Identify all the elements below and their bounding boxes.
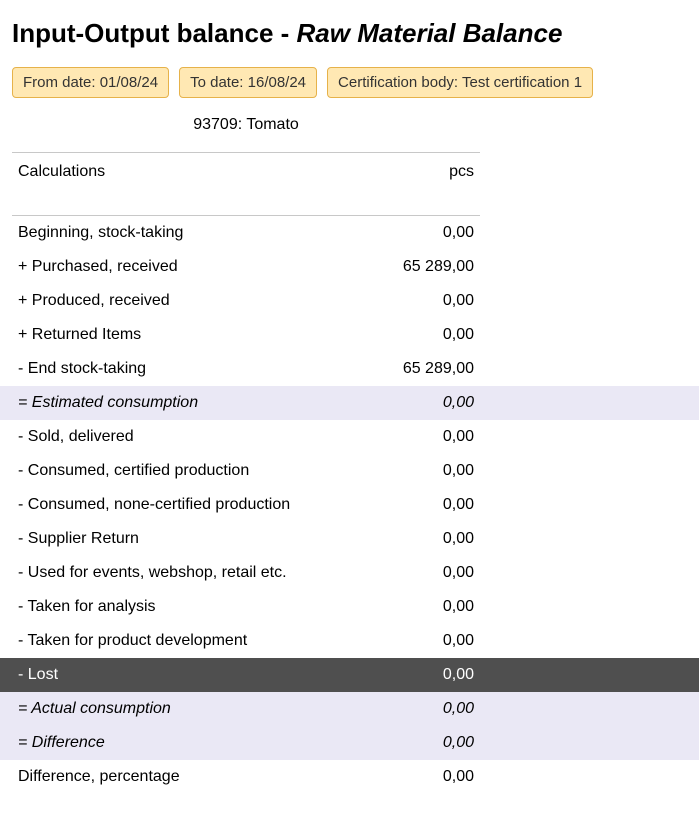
row-label: + Produced, received	[12, 284, 374, 318]
row-label: - Consumed, none-certified production	[12, 488, 374, 522]
table-row: = Actual consumption0,00	[12, 692, 480, 726]
filter-chips: From date: 01/08/24 To date: 16/08/24 Ce…	[12, 67, 687, 98]
row-value: 0,00	[374, 386, 480, 420]
row-value: 65 289,00	[374, 352, 480, 386]
row-value: 0,00	[374, 624, 480, 658]
table-row: - Sold, delivered0,00	[12, 420, 480, 454]
row-value: 0,00	[374, 454, 480, 488]
row-value: 0,00	[374, 692, 480, 726]
row-label: - Consumed, certified production	[12, 454, 374, 488]
table-row: - Lost0,00	[12, 658, 480, 692]
row-value: 0,00	[374, 522, 480, 556]
row-label: = Difference	[12, 726, 374, 760]
page-title: Input-Output balance - Raw Material Bala…	[12, 18, 687, 49]
row-label: - Lost	[12, 658, 374, 692]
table-row: - End stock-taking65 289,00	[12, 352, 480, 386]
title-main: Input-Output balance -	[12, 18, 297, 48]
product-label: 93709: Tomato	[12, 116, 480, 134]
col-unit: pcs	[374, 153, 480, 216]
chip-to-date: To date: 16/08/24	[179, 67, 317, 98]
table-row: - Taken for analysis0,00	[12, 590, 480, 624]
row-value: 0,00	[374, 420, 480, 454]
row-label: - Taken for product development	[12, 624, 374, 658]
row-label: - Used for events, webshop, retail etc.	[12, 556, 374, 590]
row-label: - Sold, delivered	[12, 420, 374, 454]
row-value: 0,00	[374, 556, 480, 590]
row-label: - End stock-taking	[12, 352, 374, 386]
row-value: 65 289,00	[374, 250, 480, 284]
row-value: 0,00	[374, 658, 480, 692]
table-row: = Difference0,00	[12, 726, 480, 760]
row-label: Beginning, stock-taking	[12, 216, 374, 251]
row-label: + Purchased, received	[12, 250, 374, 284]
table-row: + Purchased, received65 289,00	[12, 250, 480, 284]
row-value: 0,00	[374, 590, 480, 624]
chip-from-date: From date: 01/08/24	[12, 67, 169, 98]
table-row: = Estimated consumption0,00	[12, 386, 480, 420]
table-row: - Supplier Return0,00	[12, 522, 480, 556]
table-row: + Returned Items0,00	[12, 318, 480, 352]
table-header: Calculations pcs	[12, 153, 480, 216]
title-sub: Raw Material Balance	[297, 18, 563, 48]
row-label: - Taken for analysis	[12, 590, 374, 624]
table-row: - Consumed, none-certified production0,0…	[12, 488, 480, 522]
table-row: + Produced, received0,00	[12, 284, 480, 318]
chip-certification: Certification body: Test certification 1	[327, 67, 593, 98]
row-value: 0,00	[374, 216, 480, 251]
row-value: 0,00	[374, 318, 480, 352]
row-label: = Estimated consumption	[12, 386, 374, 420]
table-row: - Used for events, webshop, retail etc.0…	[12, 556, 480, 590]
row-label: = Actual consumption	[12, 692, 374, 726]
row-label: Difference, percentage	[12, 760, 374, 794]
table-row: - Taken for product development0,00	[12, 624, 480, 658]
row-value: 0,00	[374, 726, 480, 760]
row-value: 0,00	[374, 284, 480, 318]
row-label: + Returned Items	[12, 318, 374, 352]
table-row: Beginning, stock-taking0,00	[12, 216, 480, 251]
col-calculations: Calculations	[12, 153, 374, 216]
balance-table: Calculations pcs Beginning, stock-taking…	[12, 152, 480, 794]
table-row: - Consumed, certified production0,00	[12, 454, 480, 488]
row-value: 0,00	[374, 488, 480, 522]
table-row: Difference, percentage0,00	[12, 760, 480, 794]
row-value: 0,00	[374, 760, 480, 794]
row-label: - Supplier Return	[12, 522, 374, 556]
